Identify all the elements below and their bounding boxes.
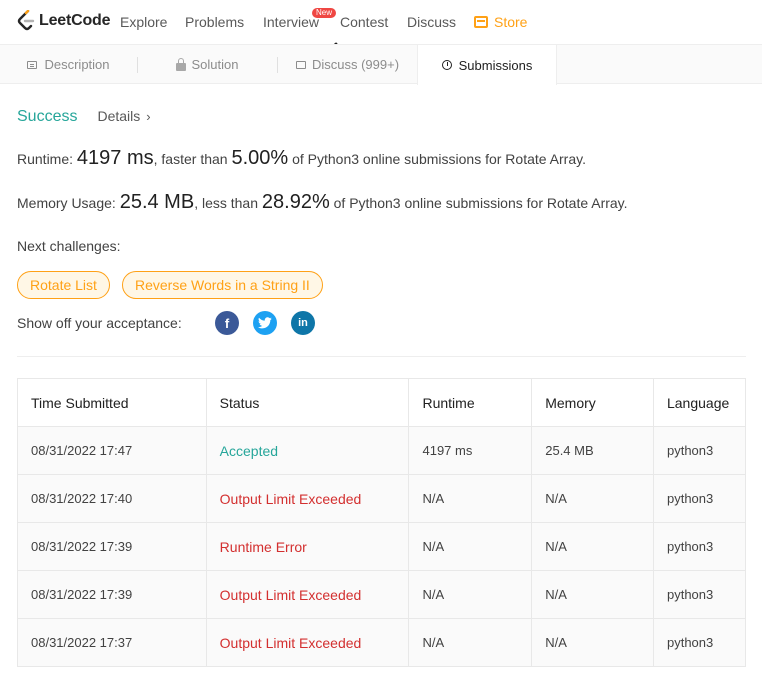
table-row[interactable]: 08/31/2022 17:40 Output Limit Exceeded N…: [17, 474, 747, 523]
challenge-chip-reverse-words[interactable]: Reverse Words in a String II: [122, 271, 323, 299]
nav-interview[interactable]: Interview: [263, 14, 319, 30]
nav-contest[interactable]: Contest: [340, 14, 388, 30]
new-badge: New: [312, 8, 337, 18]
facebook-icon[interactable]: f: [215, 311, 239, 335]
cell-runtime: 4197 ms: [408, 426, 533, 475]
cell-language: python3: [652, 618, 747, 667]
section-divider: [17, 356, 746, 357]
cell-status-link[interactable]: Output Limit Exceeded: [205, 474, 410, 523]
description-icon: [27, 60, 38, 69]
problem-tabs: Description Solution Discuss (999+) Subm…: [0, 44, 762, 85]
cell-status-link[interactable]: Runtime Error: [205, 522, 410, 571]
cell-language: python3: [652, 522, 747, 571]
top-navbar: LeetCode Explore Problems Interview New …: [0, 0, 762, 44]
table-row[interactable]: 08/31/2022 17:47 Accepted 4197 ms 25.4 M…: [17, 426, 747, 475]
nav-discuss[interactable]: Discuss: [407, 14, 456, 30]
tab-submissions-label: Submissions: [458, 57, 533, 73]
tab-solution[interactable]: Solution: [138, 45, 276, 84]
table-row[interactable]: 08/31/2022 17:39 Output Limit Exceeded N…: [17, 570, 747, 619]
tab-submissions[interactable]: Submissions: [417, 45, 557, 85]
cell-memory: 25.4 MB: [531, 426, 654, 475]
memory-label: Memory Usage:: [17, 195, 116, 211]
runtime-summary: Runtime: 4197 ms, faster than 5.00% of P…: [17, 147, 586, 170]
header-memory: Memory: [531, 378, 654, 427]
leetcode-logo-icon: [17, 10, 35, 31]
cell-memory: N/A: [531, 570, 654, 619]
header-status: Status: [205, 378, 410, 427]
cell-status-link[interactable]: Output Limit Exceeded: [205, 570, 410, 619]
table-row[interactable]: 08/31/2022 17:37 Output Limit Exceeded N…: [17, 618, 747, 667]
cell-time: 08/31/2022 17:39: [17, 522, 207, 571]
cell-runtime: N/A: [408, 522, 533, 571]
table-header-row: Time Submitted Status Runtime Memory Lan…: [17, 378, 747, 427]
challenge-chip-rotate-list[interactable]: Rotate List: [17, 271, 110, 299]
twitter-icon[interactable]: [253, 311, 277, 335]
result-status: Success: [17, 108, 78, 125]
cell-language: python3: [652, 570, 747, 619]
tab-discuss-label: Discuss (999+): [311, 57, 400, 72]
chevron-right-icon[interactable]: ›: [146, 109, 150, 124]
memory-percentile: 28.92%: [261, 191, 330, 213]
runtime-percentile: 5.00%: [231, 147, 289, 169]
cell-status-link[interactable]: Output Limit Exceeded: [205, 618, 410, 667]
cell-time: 08/31/2022 17:39: [17, 570, 207, 619]
nav-store[interactable]: Store: [474, 14, 527, 30]
lock-icon: [175, 57, 186, 71]
cell-time: 08/31/2022 17:47: [17, 426, 207, 475]
nav-problems[interactable]: Problems: [185, 14, 244, 30]
result-header: Success Details ›: [17, 108, 151, 126]
cell-memory: N/A: [531, 618, 654, 667]
cell-runtime: N/A: [408, 618, 533, 667]
tab-solution-label: Solution: [191, 57, 239, 72]
tab-discuss[interactable]: Discuss (999+): [278, 45, 417, 84]
linkedin-icon[interactable]: in: [291, 311, 315, 335]
submissions-table: Time Submitted Status Runtime Memory Lan…: [17, 378, 747, 667]
cell-memory: N/A: [531, 522, 654, 571]
twitter-bird-icon: [258, 317, 272, 329]
brand-logo[interactable]: LeetCode: [17, 10, 111, 32]
header-runtime: Runtime: [408, 378, 533, 427]
header-language: Language: [652, 378, 747, 427]
cell-runtime: N/A: [408, 570, 533, 619]
runtime-label: Runtime:: [17, 151, 74, 167]
cell-memory: N/A: [531, 474, 654, 523]
tab-description[interactable]: Description: [0, 45, 137, 84]
cell-language: python3: [652, 474, 747, 523]
memory-mid: , less than: [194, 195, 259, 211]
nav-store-label: Store: [494, 14, 528, 30]
runtime-value: 4197 ms: [76, 147, 154, 169]
memory-value: 25.4 MB: [119, 191, 195, 213]
cell-time: 08/31/2022 17:40: [17, 474, 207, 523]
table-row[interactable]: 08/31/2022 17:39 Runtime Error N/A N/A p…: [17, 522, 747, 571]
cell-runtime: N/A: [408, 474, 533, 523]
runtime-tail: of Python3 online submissions for Rotate…: [292, 151, 586, 167]
store-icon: [474, 16, 488, 28]
cell-status-link[interactable]: Accepted: [205, 426, 410, 475]
details-link[interactable]: Details: [97, 108, 140, 124]
brand-name: LeetCode: [39, 12, 111, 29]
header-time-submitted: Time Submitted: [17, 378, 207, 427]
memory-summary: Memory Usage: 25.4 MB, less than 28.92% …: [17, 191, 628, 214]
chat-icon: [295, 60, 306, 69]
clock-icon: [441, 60, 452, 70]
runtime-mid: , faster than: [153, 151, 228, 167]
nav-explore[interactable]: Explore: [120, 14, 167, 30]
cell-language: python3: [652, 426, 747, 475]
tab-description-label: Description: [44, 57, 110, 72]
next-challenges-label: Next challenges:: [17, 238, 121, 254]
cell-time: 08/31/2022 17:37: [17, 618, 207, 667]
share-label: Show off your acceptance:: [17, 315, 182, 331]
memory-tail: of Python3 online submissions for Rotate…: [333, 195, 628, 211]
